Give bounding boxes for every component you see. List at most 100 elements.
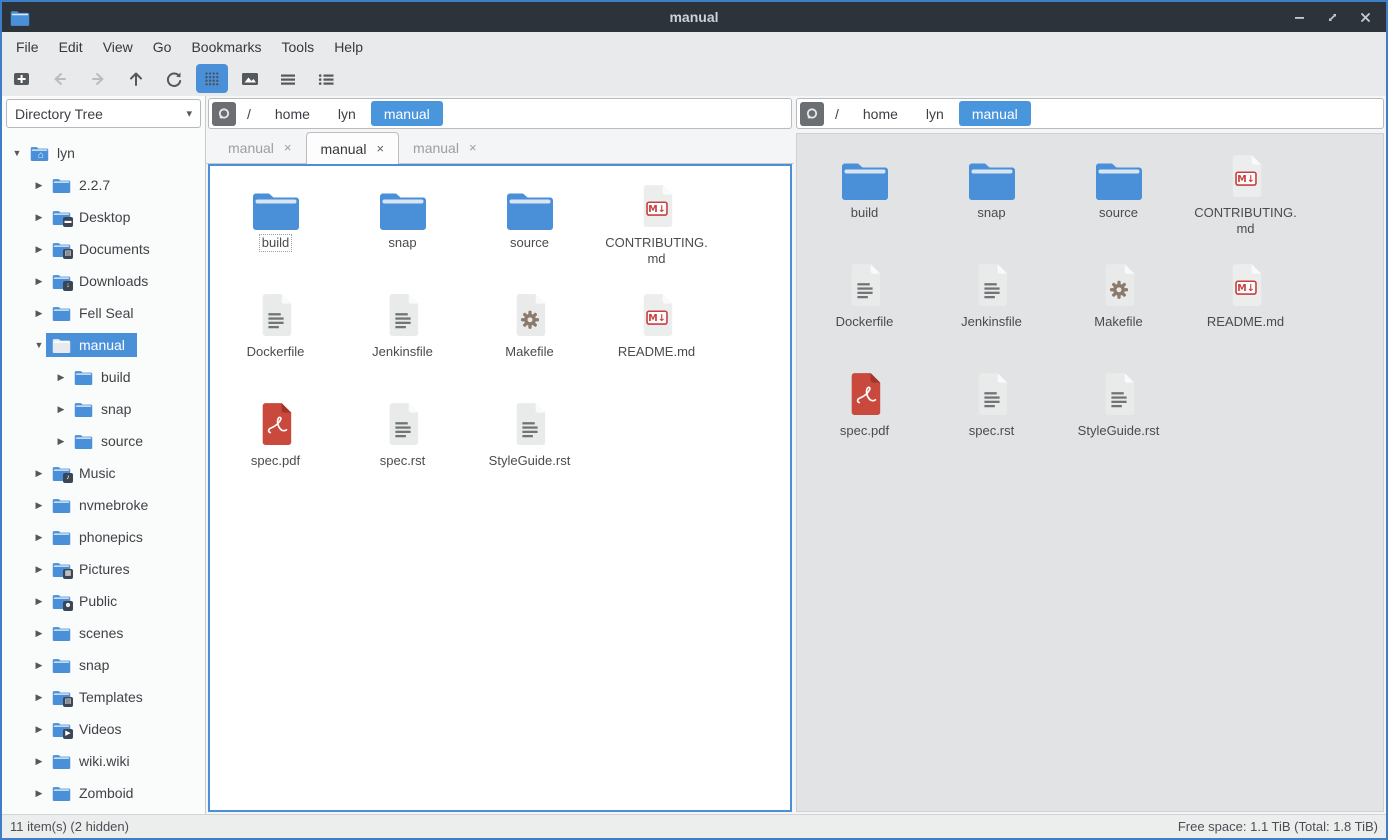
file-item-build[interactable]: build: [212, 174, 339, 283]
tab-close-icon[interactable]: ×: [376, 141, 384, 156]
file-item-readme-md[interactable]: M↓README.md: [593, 283, 720, 392]
file-item-contributing-md[interactable]: M↓CONTRIBUTING.md: [1182, 144, 1309, 253]
tab-close-icon[interactable]: ×: [469, 140, 477, 155]
up-button[interactable]: [120, 64, 152, 93]
maximize-button[interactable]: [1326, 11, 1339, 24]
left-crumb-manual[interactable]: manual: [371, 101, 443, 126]
expander-closed-icon[interactable]: ▶: [32, 596, 46, 607]
right-crumb-manual[interactable]: manual: [959, 101, 1031, 126]
tree-item-snap[interactable]: ▶snap: [2, 393, 205, 425]
menu-file[interactable]: File: [6, 35, 49, 59]
left-crumb-home[interactable]: home: [262, 101, 323, 126]
file-item-makefile[interactable]: Makefile: [1055, 253, 1182, 362]
tree-item-fell-seal[interactable]: ▶Fell Seal: [2, 297, 205, 329]
tree-item-build[interactable]: ▶build: [2, 361, 205, 393]
menu-tools[interactable]: Tools: [272, 35, 325, 59]
file-item-snap[interactable]: snap: [928, 144, 1055, 253]
tree-item-templates[interactable]: ▶▤Templates: [2, 681, 205, 713]
expander-closed-icon[interactable]: ▶: [54, 436, 68, 447]
tree-item-manual[interactable]: ▼manual: [2, 329, 205, 361]
tree-item-pictures[interactable]: ▶▦Pictures: [2, 553, 205, 585]
expander-closed-icon[interactable]: ▶: [32, 756, 46, 767]
left-drive-icon-button[interactable]: [212, 102, 236, 126]
new-tab-button[interactable]: [6, 64, 38, 93]
expander-closed-icon[interactable]: ▶: [54, 372, 68, 383]
expander-closed-icon[interactable]: ▶: [32, 628, 46, 639]
expander-closed-icon[interactable]: ▶: [54, 404, 68, 415]
right-crumb-root[interactable]: /: [826, 101, 848, 126]
file-item-spec-pdf[interactable]: spec.pdf: [212, 392, 339, 501]
tree-item-wiki-wiki[interactable]: ▶wiki.wiki: [2, 745, 205, 777]
tree-item-videos[interactable]: ▶▶Videos: [2, 713, 205, 745]
tab-manual-1[interactable]: manual×: [214, 132, 306, 163]
menu-go[interactable]: Go: [143, 35, 182, 59]
right-folder-view[interactable]: buildsnapsourceM↓CONTRIBUTING.md Dockerfi…: [796, 133, 1384, 812]
expander-open-icon[interactable]: ▼: [10, 148, 24, 158]
menu-bookmarks[interactable]: Bookmarks: [181, 35, 271, 59]
tree-item-snap[interactable]: ▶snap: [2, 649, 205, 681]
expander-closed-icon[interactable]: ▶: [32, 564, 46, 575]
tree-item-zomboid[interactable]: ▶Zomboid: [2, 777, 205, 809]
menu-view[interactable]: View: [93, 35, 143, 59]
compact-view-button[interactable]: [272, 64, 304, 93]
expander-closed-icon[interactable]: ▶: [32, 788, 46, 799]
sidebar-mode-select[interactable]: Directory Tree ▾: [6, 99, 201, 128]
expander-closed-icon[interactable]: ▶: [32, 692, 46, 703]
expander-open-icon[interactable]: ▼: [32, 340, 46, 350]
tree-item-desktop[interactable]: ▶▬Desktop: [2, 201, 205, 233]
file-item-dockerfile[interactable]: Dockerfile: [212, 283, 339, 392]
tree-item-documents[interactable]: ▶▤Documents: [2, 233, 205, 265]
expander-closed-icon[interactable]: ▶: [32, 660, 46, 671]
left-crumb-root[interactable]: /: [238, 101, 260, 126]
left-crumb-lyn[interactable]: lyn: [325, 101, 369, 126]
tree-item-phonepics[interactable]: ▶phonepics: [2, 521, 205, 553]
file-item-spec-pdf[interactable]: spec.pdf: [801, 362, 928, 471]
titlebar[interactable]: manual: [2, 2, 1386, 32]
tree-item-downloads[interactable]: ▶↓Downloads: [2, 265, 205, 297]
file-item-contributing-md[interactable]: M↓CONTRIBUTING.md: [593, 174, 720, 283]
file-item-dockerfile[interactable]: Dockerfile: [801, 253, 928, 362]
file-item-build[interactable]: build: [801, 144, 928, 253]
icon-view-button[interactable]: [196, 64, 228, 93]
tree-item-public[interactable]: ▶☻Public: [2, 585, 205, 617]
expander-closed-icon[interactable]: ▶: [32, 244, 46, 255]
menu-edit[interactable]: Edit: [49, 35, 93, 59]
detailed-view-button[interactable]: [310, 64, 342, 93]
minimize-button[interactable]: [1293, 11, 1306, 24]
tab-manual-3[interactable]: manual×: [399, 132, 491, 163]
forward-button[interactable]: [82, 64, 114, 93]
file-item-jenkinsfile[interactable]: Jenkinsfile: [339, 283, 466, 392]
left-folder-view[interactable]: buildsnapsourceM↓CONTRIBUTING.md Dockerfi…: [208, 164, 792, 812]
expander-closed-icon[interactable]: ▶: [32, 180, 46, 191]
file-item-source[interactable]: source: [1055, 144, 1182, 253]
expander-closed-icon[interactable]: ▶: [32, 500, 46, 511]
file-item-readme-md[interactable]: M↓README.md: [1182, 253, 1309, 362]
right-crumb-home[interactable]: home: [850, 101, 911, 126]
tree-item-scenes[interactable]: ▶scenes: [2, 617, 205, 649]
expander-closed-icon[interactable]: ▶: [32, 724, 46, 735]
back-button[interactable]: [44, 64, 76, 93]
expander-closed-icon[interactable]: ▶: [32, 532, 46, 543]
file-item-source[interactable]: source: [466, 174, 593, 283]
file-item-snap[interactable]: snap: [339, 174, 466, 283]
file-item-styleguide-rst[interactable]: StyleGuide.rst: [466, 392, 593, 501]
right-drive-icon-button[interactable]: [800, 102, 824, 126]
close-button[interactable]: [1359, 11, 1372, 24]
right-crumb-lyn[interactable]: lyn: [913, 101, 957, 126]
expander-closed-icon[interactable]: ▶: [32, 468, 46, 479]
reload-button[interactable]: [158, 64, 190, 93]
file-item-jenkinsfile[interactable]: Jenkinsfile: [928, 253, 1055, 362]
tab-close-icon[interactable]: ×: [284, 140, 292, 155]
tree-item-2-2-7[interactable]: ▶2.2.7: [2, 169, 205, 201]
file-item-spec-rst[interactable]: spec.rst: [339, 392, 466, 501]
tree-item-music[interactable]: ▶♪Music: [2, 457, 205, 489]
expander-closed-icon[interactable]: ▶: [32, 276, 46, 287]
tree-item-source[interactable]: ▶source: [2, 425, 205, 457]
file-item-styleguide-rst[interactable]: StyleGuide.rst: [1055, 362, 1182, 471]
tree-item-nvmebroke[interactable]: ▶nvmebroke: [2, 489, 205, 521]
expander-closed-icon[interactable]: ▶: [32, 308, 46, 319]
menu-help[interactable]: Help: [324, 35, 373, 59]
thumbnail-view-button[interactable]: [234, 64, 266, 93]
tab-manual-2[interactable]: manual×: [306, 132, 400, 164]
file-item-spec-rst[interactable]: spec.rst: [928, 362, 1055, 471]
